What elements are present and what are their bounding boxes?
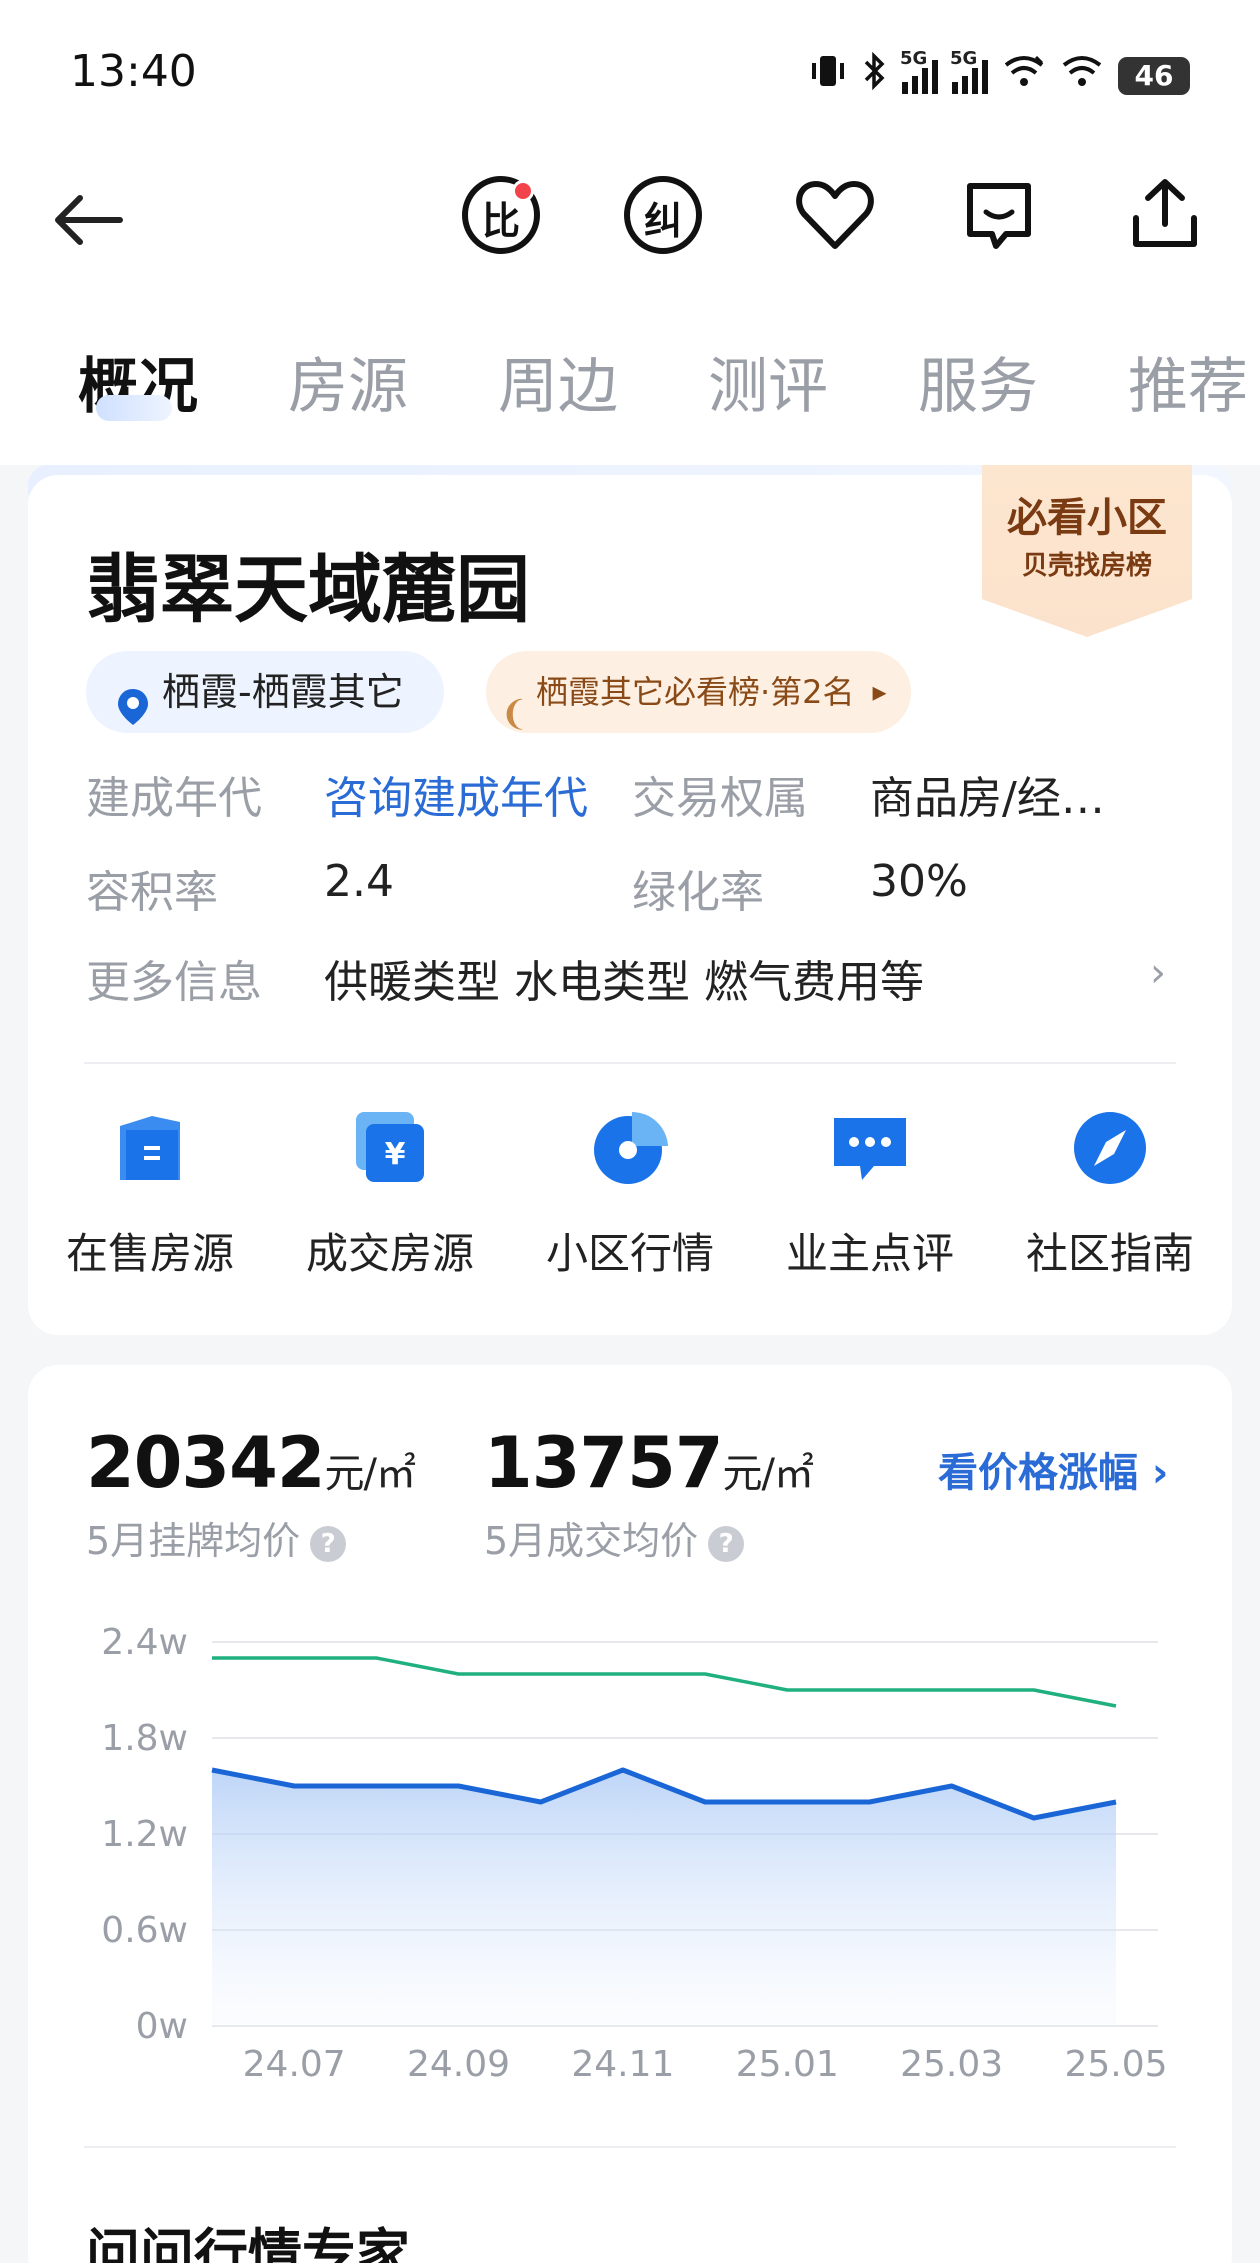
section-divider [84,2146,1176,2148]
y-tick-label: 0.6w [101,1910,188,1951]
ask-expert-title: 问问行情专家 [86,2223,410,2263]
series-area [212,1770,1116,2026]
x-tick-label: 24.07 [243,2044,346,2085]
x-tick-label: 25.03 [900,2044,1003,2085]
x-tick-label: 25.01 [736,2044,839,2085]
x-tick-label: 24.11 [571,2044,674,2085]
y-tick-label: 0w [136,2006,188,2047]
y-tick-label: 1.8w [101,1718,188,1759]
y-tick-label: 2.4w [101,1622,188,1663]
x-tick-label: 25.05 [1064,2044,1167,2085]
x-tick-label: 24.09 [407,2044,510,2085]
price-trend-chart: 2.4w 1.8w 1.2w 0.6w 0w 24.07 24.09 24.11 25.01 25… [101,1622,1167,2085]
listing-price-line [212,1656,1117,1708]
y-tick-label: 1.2w [101,1814,188,1855]
